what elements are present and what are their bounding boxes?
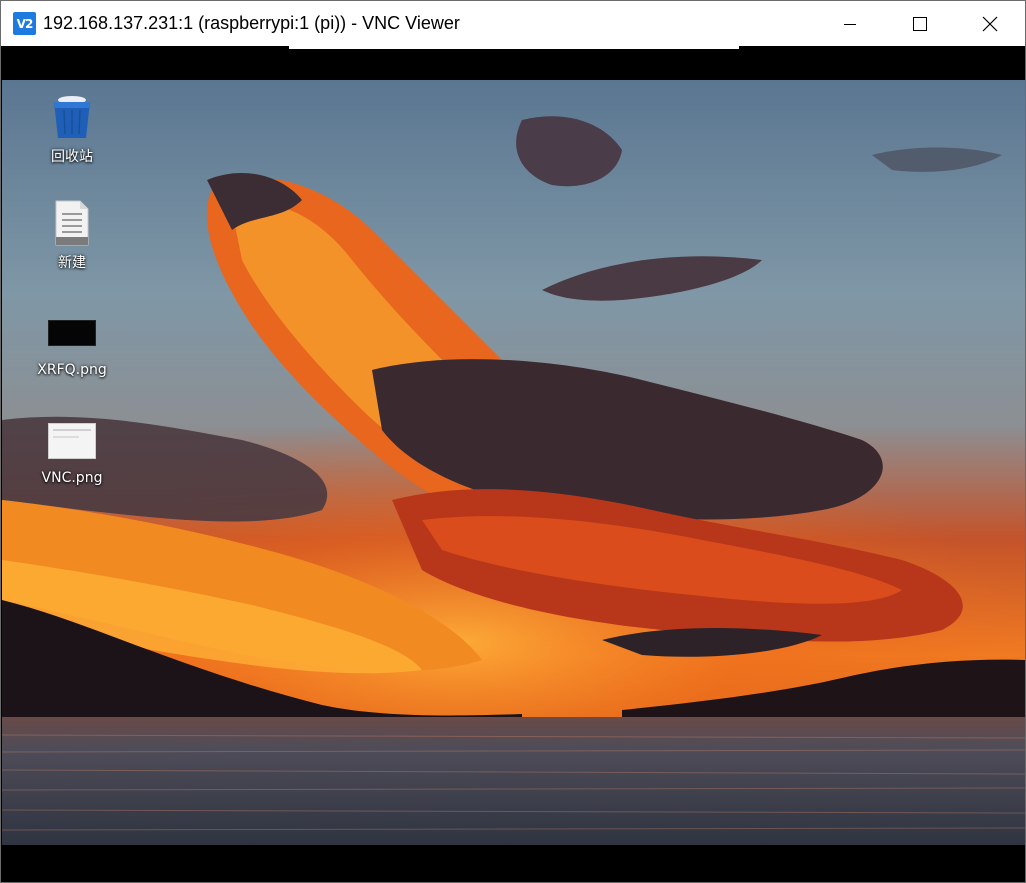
document-icon xyxy=(48,198,96,248)
desktop-icon-label: 回收站 xyxy=(51,149,93,165)
minimize-button[interactable] xyxy=(815,1,885,46)
maximize-icon xyxy=(913,16,927,31)
desktop-icon-vnc-png[interactable]: VNC.png xyxy=(28,416,116,486)
window-controls xyxy=(815,1,1025,46)
desktop-icon-new-file[interactable]: 新建 xyxy=(28,198,116,272)
desktop-icon-label: 新建 xyxy=(58,255,86,271)
image-thumbnail-icon xyxy=(48,308,96,358)
image-thumbnail-icon xyxy=(48,416,96,466)
vnc-viewer-window: V2 192.168.137.231:1 (raspberrypi:1 (pi)… xyxy=(0,0,1026,883)
close-button[interactable] xyxy=(955,1,1025,46)
window-title: 192.168.137.231:1 (raspberrypi:1 (pi)) -… xyxy=(43,13,460,33)
maximize-button[interactable] xyxy=(885,1,955,46)
desktop-icon-label: VNC.png xyxy=(41,470,103,486)
trash-icon xyxy=(48,92,96,142)
remote-desktop[interactable]: 回收站 新建 XRFQ.png VNC.png xyxy=(2,80,1025,846)
wallpaper-image xyxy=(2,80,1025,846)
minimize-icon xyxy=(844,23,856,25)
title-bar[interactable]: V2 192.168.137.231:1 (raspberrypi:1 (pi)… xyxy=(1,1,1025,46)
vnc-app-icon[interactable]: V2 xyxy=(13,12,36,35)
desktop-icon-label: XRFQ.png xyxy=(37,362,107,378)
desktop-icon-xrfq-png[interactable]: XRFQ.png xyxy=(28,308,116,378)
remote-bottom-margin xyxy=(1,845,1025,882)
desktop-icon-recycle-bin[interactable]: 回收站 xyxy=(28,92,116,166)
vnc-toolbar-tab[interactable] xyxy=(289,46,739,49)
remote-top-margin xyxy=(1,46,1025,80)
close-icon xyxy=(982,16,998,31)
